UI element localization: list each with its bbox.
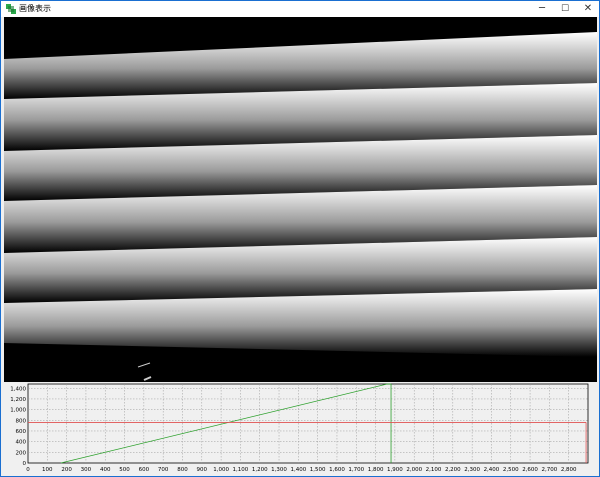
- x-tick-label: 1,900: [387, 467, 403, 473]
- x-tick-label: 1,500: [310, 467, 326, 473]
- x-tick-label: 100: [42, 467, 53, 473]
- x-tick-label: 2,100: [426, 467, 442, 473]
- x-tick-label: 1,300: [271, 467, 287, 473]
- x-tick-label: 1,100: [233, 467, 249, 473]
- x-tick-label: 2,800: [561, 467, 577, 473]
- y-tick-label: 400: [16, 440, 27, 446]
- app-icon: [6, 4, 16, 14]
- x-tick-label: 1,600: [329, 467, 345, 473]
- x-tick-label: 1,000: [213, 467, 229, 473]
- x-tick-label: 1,200: [252, 467, 268, 473]
- x-tick-label: 2,300: [464, 467, 480, 473]
- x-tick-label: 200: [61, 467, 72, 473]
- window-title: 画像表示: [19, 4, 51, 13]
- x-tick-label: 600: [139, 467, 150, 473]
- x-tick-label: 2,700: [542, 467, 558, 473]
- y-tick-label: 200: [16, 450, 27, 456]
- x-tick-label: 2,500: [503, 467, 519, 473]
- close-button[interactable]: ✕: [577, 1, 599, 17]
- x-tick-label: 700: [158, 467, 169, 473]
- y-tick-label: 1,000: [10, 408, 26, 414]
- title-bar[interactable]: 画像表示 ─ ☐ ✕: [1, 1, 599, 17]
- y-tick-label: 600: [16, 429, 27, 435]
- x-tick-label: 2,400: [484, 467, 500, 473]
- x-tick-label: 2,200: [445, 467, 461, 473]
- y-tick-label: 1,200: [10, 397, 26, 403]
- maximize-button[interactable]: ☐: [554, 1, 576, 17]
- x-tick-label: 800: [177, 467, 188, 473]
- x-tick-label: 1,700: [348, 467, 364, 473]
- profile-chart: 0 100 200 300 400 500 600 700 800 900 1,000 1,100 1,…: [4, 382, 597, 475]
- depth-image: [4, 17, 597, 382]
- image-display-window: 画像表示 ─ ☐ ✕ 0 100 200 300 400 500 600 700…: [0, 0, 600, 477]
- x-tick-label: 1,800: [368, 467, 384, 473]
- image-view[interactable]: [4, 17, 597, 382]
- x-tick-label: 300: [81, 467, 92, 473]
- x-tick-label: 2,000: [406, 467, 422, 473]
- y-tick-label: 1,400: [10, 386, 26, 392]
- x-tick-label: 400: [100, 467, 111, 473]
- y-tick-label: 800: [16, 418, 27, 424]
- minimize-button[interactable]: ─: [531, 1, 553, 17]
- x-tick-label: 900: [197, 467, 208, 473]
- y-tick-label: 0: [23, 461, 27, 467]
- x-tick-label: 0: [26, 467, 30, 473]
- chart-svg: 0 100 200 300 400 500 600 700 800 900 1,000 1,100 1,…: [10, 383, 589, 473]
- x-tick-label: 1,400: [290, 467, 306, 473]
- x-tick-label: 500: [119, 467, 130, 473]
- x-tick-label: 2,600: [522, 467, 538, 473]
- plot-frame: [27, 383, 589, 464]
